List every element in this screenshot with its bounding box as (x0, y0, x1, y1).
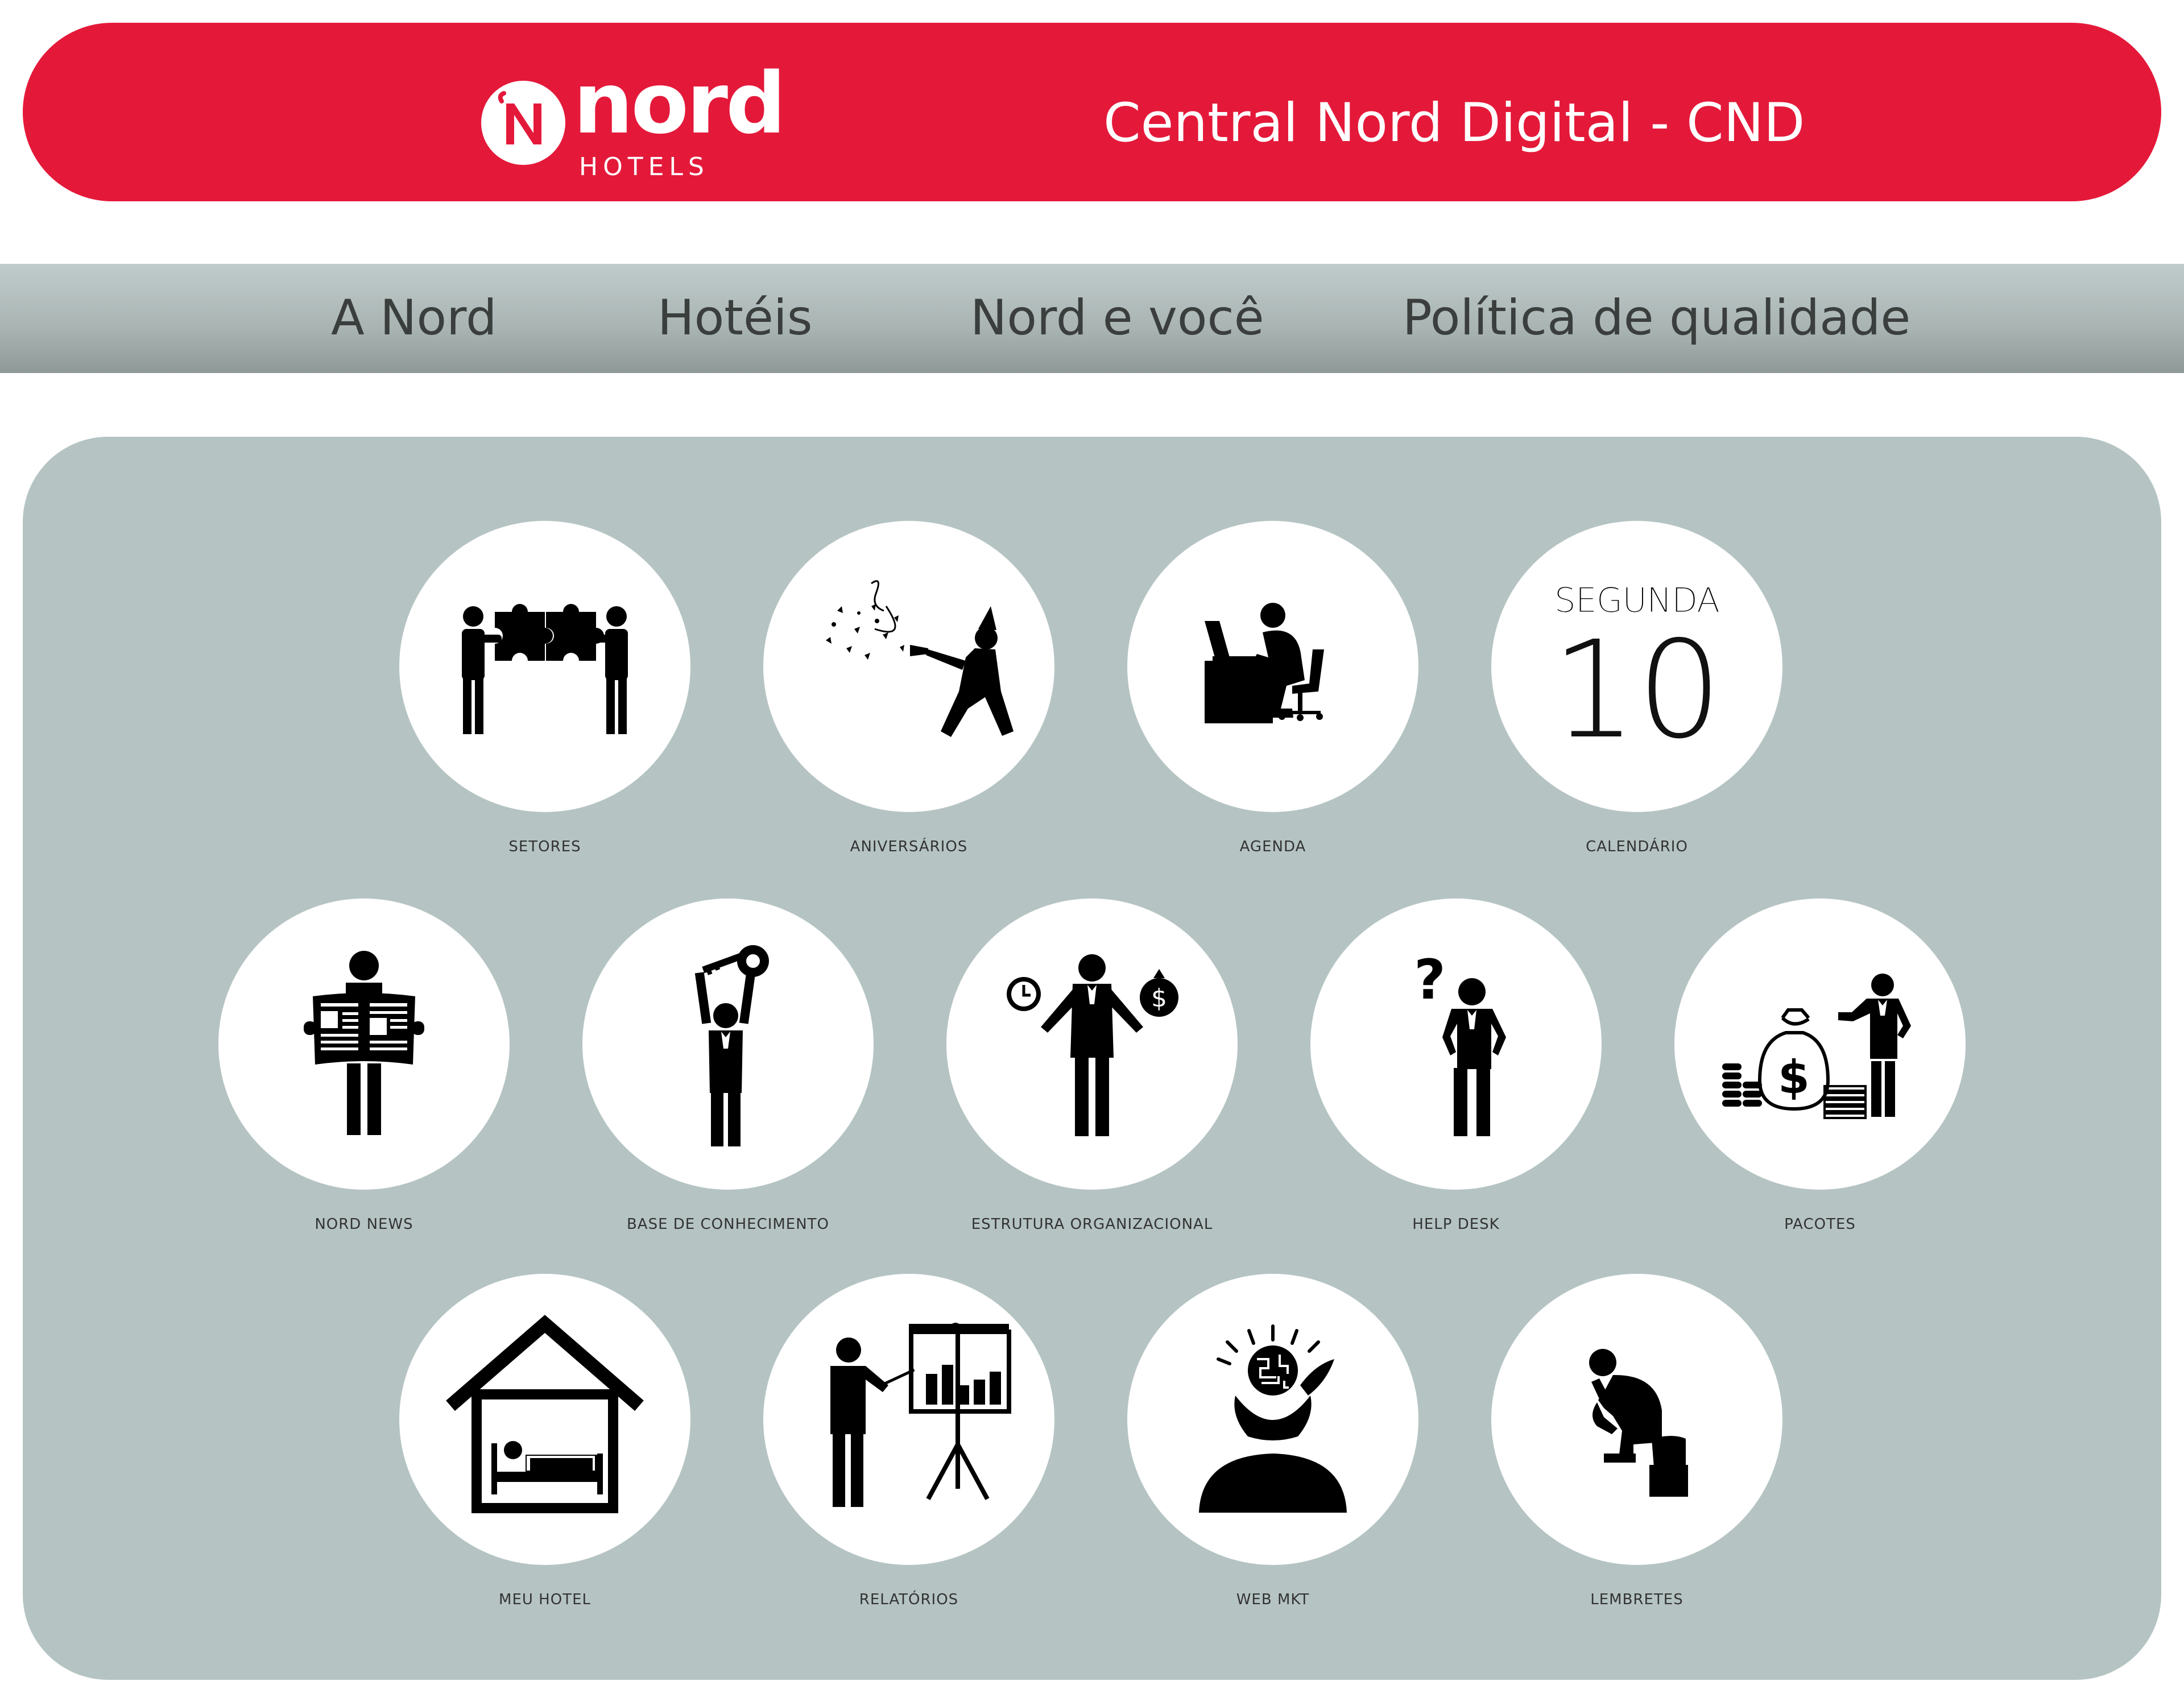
question-person-icon: ? (1414, 948, 1506, 1136)
svg-text:$: $ (1778, 1051, 1810, 1104)
svg-text:$: $ (1151, 984, 1167, 1013)
tile-circle: ? (1310, 898, 1602, 1190)
header-bar: nord HOTELS Central Nord Digital - CND (23, 23, 2161, 201)
tile-circle (763, 521, 1054, 812)
house-bed-icon (446, 1315, 644, 1513)
nav-item-hoteis[interactable]: Hotéis (657, 293, 813, 342)
nav-item-politica-de-qualidade[interactable]: Política de qualidade (1403, 293, 1910, 342)
tile-label: WEB MKT (1236, 1591, 1310, 1608)
tile-calendario[interactable]: SEGUNDA 10 CALENDÁRIO (1489, 521, 1785, 862)
tile-estrutura-organizacional[interactable]: $ ESTRUTURA ORGANIZACIONAL (944, 898, 1240, 1240)
money-bag-person-icon: $ (1722, 974, 1911, 1119)
main-navigation: A Nord Hotéis Nord e você Política de qu… (0, 264, 2184, 373)
tile-label: RELATÓRIOS (859, 1591, 959, 1608)
tile-circle (399, 521, 690, 812)
tile-label: LEMBRETES (1590, 1591, 1684, 1608)
time-money-balance-icon: $ (1007, 954, 1178, 1136)
tile-label: CALENDÁRIO (1586, 838, 1688, 855)
tile-circle (582, 898, 874, 1190)
tile-lembretes[interactable]: LEMBRETES (1489, 1274, 1785, 1615)
logo-wordmark: nord (573, 55, 786, 152)
person-holding-key-icon (694, 945, 769, 1146)
tile-label: ANIVERSÁRIOS (850, 838, 968, 855)
puzzle-people-icon (462, 604, 628, 734)
tile-circle (763, 1274, 1054, 1565)
tile-circle: $ (946, 898, 1238, 1190)
tile-help-desk[interactable]: ? HELP DESK (1308, 898, 1604, 1240)
tile-label: PACOTES (1784, 1216, 1856, 1233)
tile-label: SETORES (508, 838, 581, 855)
tile-aniversarios[interactable]: ANIVERSÁRIOS (761, 521, 1057, 862)
brain-head-icon (1199, 1324, 1347, 1513)
svg-text:?: ? (1414, 948, 1446, 1012)
tile-label: BASE DE CONHECIMENTO (626, 1216, 830, 1233)
calendar-icon: SEGUNDA 10 (1491, 521, 1782, 812)
tile-circle (1491, 1274, 1782, 1565)
tile-web-mkt[interactable]: WEB MKT (1125, 1274, 1421, 1615)
party-confetti-icon (826, 580, 1014, 737)
nav-item-a-nord[interactable]: A Nord (331, 293, 497, 342)
thinker-icon (1589, 1349, 1688, 1497)
tile-circle (1127, 521, 1418, 812)
tile-base-de-conhecimento[interactable]: BASE DE CONHECIMENTO (580, 898, 876, 1240)
person-at-desk-icon (1205, 603, 1324, 723)
tile-circle: $ (1674, 898, 1966, 1190)
newspaper-reader-icon (304, 951, 424, 1135)
tile-relatorios[interactable]: RELATÓRIOS (761, 1274, 1057, 1615)
tile-pacotes[interactable]: $ PACOTES (1672, 898, 1968, 1240)
tile-label: NORD NEWS (315, 1216, 413, 1233)
tile-label: ESTRUTURA ORGANIZACIONAL (971, 1216, 1213, 1233)
tile-circle (218, 898, 510, 1190)
tile-meu-hotel[interactable]: MEU HOTEL (397, 1274, 693, 1615)
nav-item-nord-e-voce[interactable]: Nord e você (970, 293, 1264, 342)
tile-agenda[interactable]: AGENDA (1125, 521, 1421, 862)
tile-setores[interactable]: SETORES (397, 521, 693, 862)
page-title: Central Nord Digital - CND (1103, 92, 1805, 154)
nord-logo-n-icon (481, 81, 565, 165)
nord-hotels-logo[interactable]: nord HOTELS (481, 61, 786, 184)
tile-label: HELP DESK (1412, 1216, 1500, 1233)
calendar-date: 10 (1551, 612, 1723, 768)
tile-circle (1127, 1274, 1418, 1565)
tile-label: MEU HOTEL (499, 1591, 591, 1608)
tile-nord-news[interactable]: NORD NEWS (216, 898, 512, 1240)
tile-label: AGENDA (1239, 838, 1306, 855)
logo-subtitle: HOTELS (579, 152, 709, 181)
presentation-chart-icon (830, 1323, 1011, 1507)
tile-circle (399, 1274, 690, 1565)
